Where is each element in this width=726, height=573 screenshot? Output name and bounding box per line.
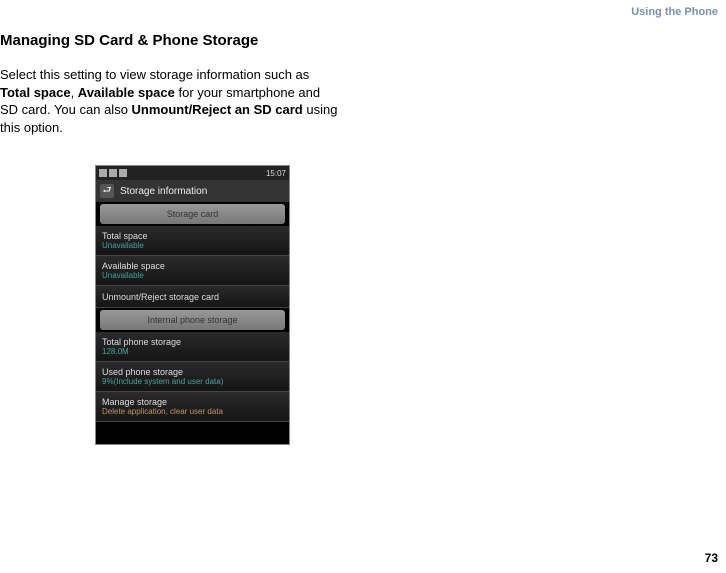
item-label: Total phone storage bbox=[102, 337, 283, 347]
item-total-space[interactable]: Total space Unavailable bbox=[96, 226, 289, 256]
status-time: 15:07 bbox=[266, 169, 286, 178]
screen-title: Storage information bbox=[120, 186, 207, 197]
body-text-2: , bbox=[71, 85, 78, 100]
item-used-phone-storage[interactable]: Used phone storage 9%(Include system and… bbox=[96, 362, 289, 392]
item-manage-storage[interactable]: Manage storage Delete application, clear… bbox=[96, 392, 289, 422]
body-paragraph: Select this setting to view storage info… bbox=[0, 66, 340, 136]
status-bar: 15:07 bbox=[96, 166, 289, 180]
title-bar: ⮐ Storage information bbox=[96, 180, 289, 202]
item-value: 9%(Include system and user data) bbox=[102, 377, 283, 386]
item-value: Unavailable bbox=[102, 241, 283, 250]
page-number: 73 bbox=[705, 551, 718, 565]
item-value: 128.0M bbox=[102, 347, 283, 356]
section-title: Managing SD Card & Phone Storage bbox=[0, 32, 258, 49]
status-icon-1 bbox=[99, 169, 107, 177]
phone-screenshot: 15:07 ⮐ Storage information Storage card… bbox=[95, 165, 290, 445]
item-label: Available space bbox=[102, 261, 283, 271]
status-icon-3 bbox=[119, 169, 127, 177]
category-internal-storage: Internal phone storage bbox=[100, 310, 285, 330]
item-label: Unmount/Reject storage card bbox=[102, 292, 283, 302]
category-storage-card: Storage card bbox=[100, 204, 285, 224]
body-bold-3: Unmount/Reject an SD card bbox=[132, 102, 303, 117]
back-icon[interactable]: ⮐ bbox=[100, 184, 114, 198]
body-bold-2: Available space bbox=[78, 85, 175, 100]
item-label: Used phone storage bbox=[102, 367, 283, 377]
body-text-1: Select this setting to view storage info… bbox=[0, 67, 309, 82]
item-value: Delete application, clear user data bbox=[102, 407, 283, 416]
item-unmount[interactable]: Unmount/Reject storage card bbox=[96, 286, 289, 308]
item-label: Total space bbox=[102, 231, 283, 241]
item-available-space[interactable]: Available space Unavailable bbox=[96, 256, 289, 286]
item-value: Unavailable bbox=[102, 271, 283, 280]
status-icon-2 bbox=[109, 169, 117, 177]
body-bold-1: Total space bbox=[0, 85, 71, 100]
status-icons bbox=[99, 169, 127, 177]
item-total-phone-storage[interactable]: Total phone storage 128.0M bbox=[96, 332, 289, 362]
chapter-header: Using the Phone bbox=[631, 6, 718, 18]
item-label: Manage storage bbox=[102, 397, 283, 407]
